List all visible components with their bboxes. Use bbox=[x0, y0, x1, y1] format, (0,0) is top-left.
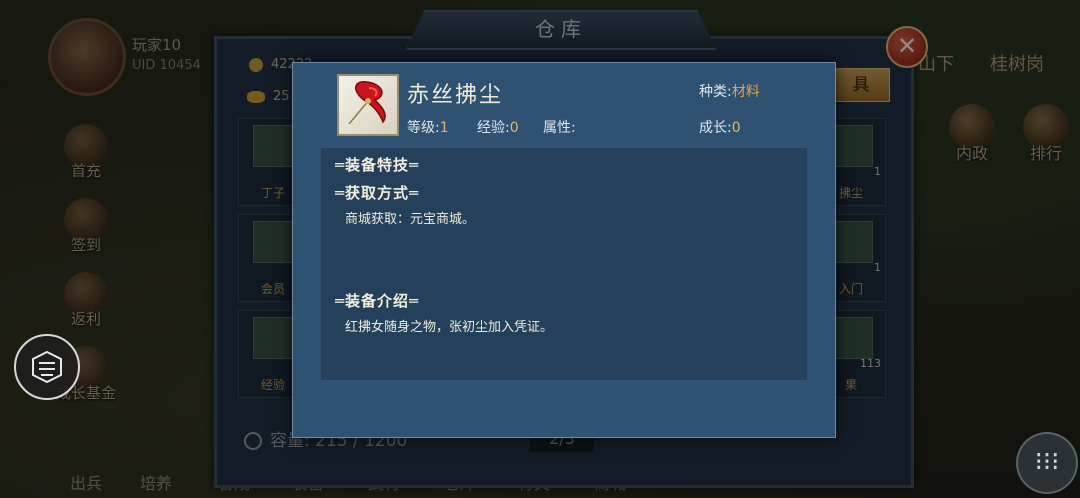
intro-text: 红拂女随身之物，张初尘加入凭证。 bbox=[345, 320, 554, 335]
attr-label: 属性: bbox=[543, 120, 576, 136]
cube-icon bbox=[32, 350, 62, 384]
type-label: 种类: bbox=[699, 84, 732, 100]
floating-assistant-button[interactable] bbox=[14, 334, 80, 400]
growth-value: 0 bbox=[731, 120, 741, 136]
item-level: 等级:1 bbox=[407, 117, 449, 137]
item-exp: 经验:0 bbox=[477, 117, 519, 137]
section-equip-skill: ═装备特技═ bbox=[335, 156, 420, 174]
fly-whisk-icon bbox=[337, 74, 399, 136]
item-type: 种类:材料 bbox=[699, 81, 760, 101]
type-value: 材料 bbox=[731, 84, 760, 100]
item-detail-popup: 赤丝拂尘 种类:材料 等级:1 经验:0 属性: 成长:0 ═装备特技═ ═获取… bbox=[292, 62, 836, 438]
section-acquire: ═获取方式═ bbox=[335, 184, 420, 202]
chat-button[interactable]: ⁝⁝⁝ bbox=[1016, 432, 1078, 494]
growth-label: 成长: bbox=[699, 120, 732, 136]
section-intro: ═装备介绍═ bbox=[335, 292, 420, 310]
item-attribute: 属性: bbox=[543, 117, 576, 137]
item-growth: 成长:0 bbox=[699, 117, 741, 137]
level-label: 等级: bbox=[407, 120, 440, 136]
acquire-text: 商城获取：元宝商城。 bbox=[345, 212, 476, 227]
level-value: 1 bbox=[439, 120, 449, 136]
exp-label: 经验: bbox=[477, 120, 510, 136]
item-title: 赤丝拂尘 bbox=[407, 83, 504, 108]
exp-value: 0 bbox=[509, 120, 519, 136]
item-info-box: ═装备特技═ ═获取方式═ 商城获取：元宝商城。 ═装备介绍═ 红拂女随身之物，… bbox=[321, 148, 807, 380]
